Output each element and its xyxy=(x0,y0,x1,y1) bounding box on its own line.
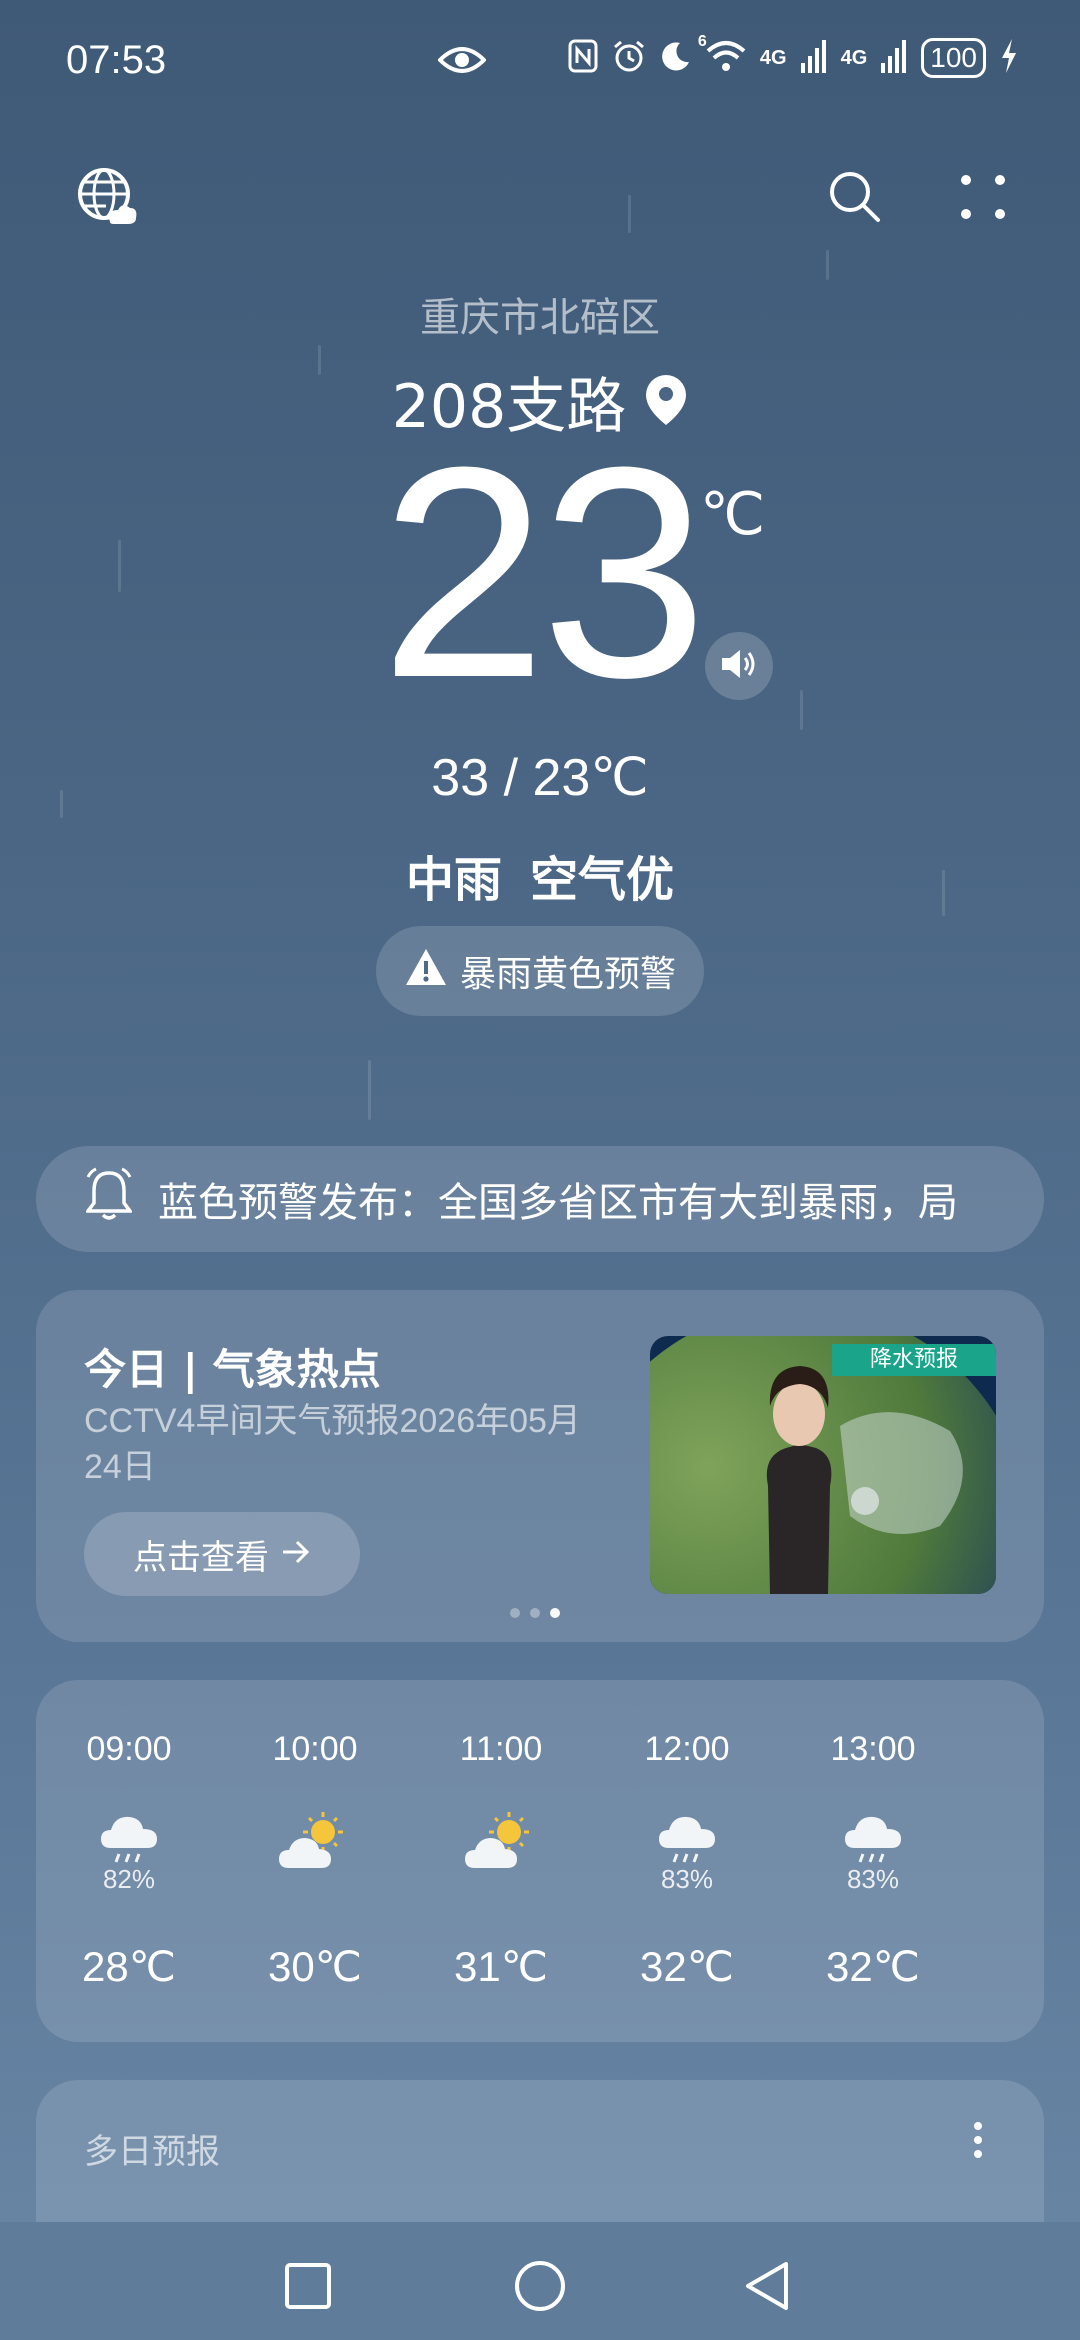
wifi-standard-label: 6 xyxy=(697,33,707,50)
signal-bars-icon xyxy=(881,39,907,77)
multiday-title: 多日预报 xyxy=(84,2132,220,2172)
search-icon[interactable] xyxy=(826,168,882,228)
carousel-dot xyxy=(510,1608,520,1618)
hourly-item: 13:00 83% 32℃ xyxy=(780,1680,966,2042)
sun-cloud-icon xyxy=(277,1810,353,1876)
rain-cloud-icon xyxy=(843,1810,903,1870)
arrow-right-icon xyxy=(281,1534,311,1574)
hour-temp: 32℃ xyxy=(826,1943,920,1990)
city-manage-icon[interactable] xyxy=(76,166,138,232)
rain-cloud-icon xyxy=(657,1810,717,1870)
weather-condition: 中雨 xyxy=(405,852,502,908)
hour-time: 13:00 xyxy=(830,1730,916,1768)
hour-temp: 31℃ xyxy=(454,1943,548,1990)
recents-button[interactable] xyxy=(284,2262,332,2314)
air-quality[interactable]: 空气优 xyxy=(530,852,674,908)
status-time: 07:53 xyxy=(66,37,167,82)
notice-text: 蓝色预警发布：全国多省区市有大到暴雨，局 xyxy=(158,1180,958,1226)
voice-broadcast-button[interactable] xyxy=(705,632,773,700)
rain-probability: 82% xyxy=(102,1864,156,1894)
status-bar: 07:53 6 4G 4G 100 xyxy=(0,0,1080,120)
carousel-dot-active xyxy=(550,1608,560,1618)
carousel-dot xyxy=(530,1608,540,1618)
moon-icon xyxy=(660,40,692,76)
thumbnail-tag: 降水预报 xyxy=(832,1344,996,1376)
view-button[interactable]: 点击查看 xyxy=(84,1512,360,1596)
speaker-icon xyxy=(719,647,759,685)
battery-indicator: 100 xyxy=(921,38,986,78)
charging-icon xyxy=(1000,39,1018,77)
temperature-unit: ℃ xyxy=(700,482,766,547)
alert-label: 暴雨黄色预警 xyxy=(459,954,676,995)
hour-time: 12:00 xyxy=(644,1730,730,1768)
more-menu-icon[interactable] xyxy=(958,172,1008,226)
hourly-forecast-card[interactable]: 09:00 82% 28℃ 10:00 30℃ 11:00 31℃ 12:00 … xyxy=(36,1680,1044,2042)
view-button-label: 点击查看 xyxy=(133,1537,269,1578)
hourly-item: 12:00 83% 32℃ xyxy=(594,1680,780,2042)
carousel-indicator xyxy=(510,1608,560,1618)
hot-title: 今日 | 气象热点 xyxy=(84,1345,381,1394)
signal-1-label: 4G xyxy=(759,46,787,69)
weather-alert-pill[interactable]: 暴雨黄色预警 xyxy=(376,926,704,1016)
sun-cloud-icon xyxy=(463,1810,539,1876)
hot-subtitle: CCTV4早间天气预报2026年05月24日 xyxy=(84,1402,581,1486)
hourly-item: 10:00 30℃ xyxy=(222,1680,408,2042)
more-vertical-icon[interactable] xyxy=(972,2120,984,2164)
hourly-item: 09:00 82% 28℃ xyxy=(36,1680,222,2042)
current-temperature: 23 xyxy=(380,404,708,740)
alarm-icon xyxy=(612,39,646,77)
multiday-forecast-card[interactable]: 多日预报 xyxy=(36,2080,1044,2240)
home-button[interactable] xyxy=(514,2260,566,2316)
rain-probability: 83% xyxy=(846,1864,900,1894)
wifi-icon: 6 xyxy=(698,33,746,77)
hour-temp: 32℃ xyxy=(640,1943,734,1990)
rain-probability: 83% xyxy=(660,1864,714,1894)
signal-bars-icon xyxy=(800,39,827,77)
hour-time: 09:00 xyxy=(86,1730,172,1768)
hour-temp: 28℃ xyxy=(82,1943,176,1990)
eye-comfort-icon xyxy=(437,42,487,82)
district-label: 重庆市北碚区 xyxy=(420,295,660,341)
nfc-icon xyxy=(568,39,598,77)
hour-time: 10:00 xyxy=(272,1730,358,1768)
weather-hot-card[interactable]: 今日 | 气象热点 CCTV4早间天气预报2026年05月24日 点击查看 降水… xyxy=(36,1290,1044,1642)
bell-icon xyxy=(84,1167,134,1231)
warning-triangle-icon xyxy=(404,947,448,996)
rain-cloud-icon xyxy=(99,1810,159,1870)
signal-2-label: 4G xyxy=(840,46,868,69)
system-nav-bar xyxy=(0,2222,1080,2340)
notice-banner[interactable]: 蓝色预警发布：全国多省区市有大到暴雨，局 xyxy=(36,1146,1044,1252)
temperature-range: 33 / 23℃ xyxy=(431,749,649,807)
back-button[interactable] xyxy=(744,2260,792,2316)
hour-time: 11:00 xyxy=(459,1730,543,1768)
condition-row: 中雨 空气优 xyxy=(0,840,1080,910)
forecast-video-thumbnail[interactable]: 降水预报 xyxy=(650,1336,996,1594)
hour-temp: 30℃ xyxy=(268,1943,362,1990)
hourly-item: 11:00 31℃ xyxy=(408,1680,594,2042)
